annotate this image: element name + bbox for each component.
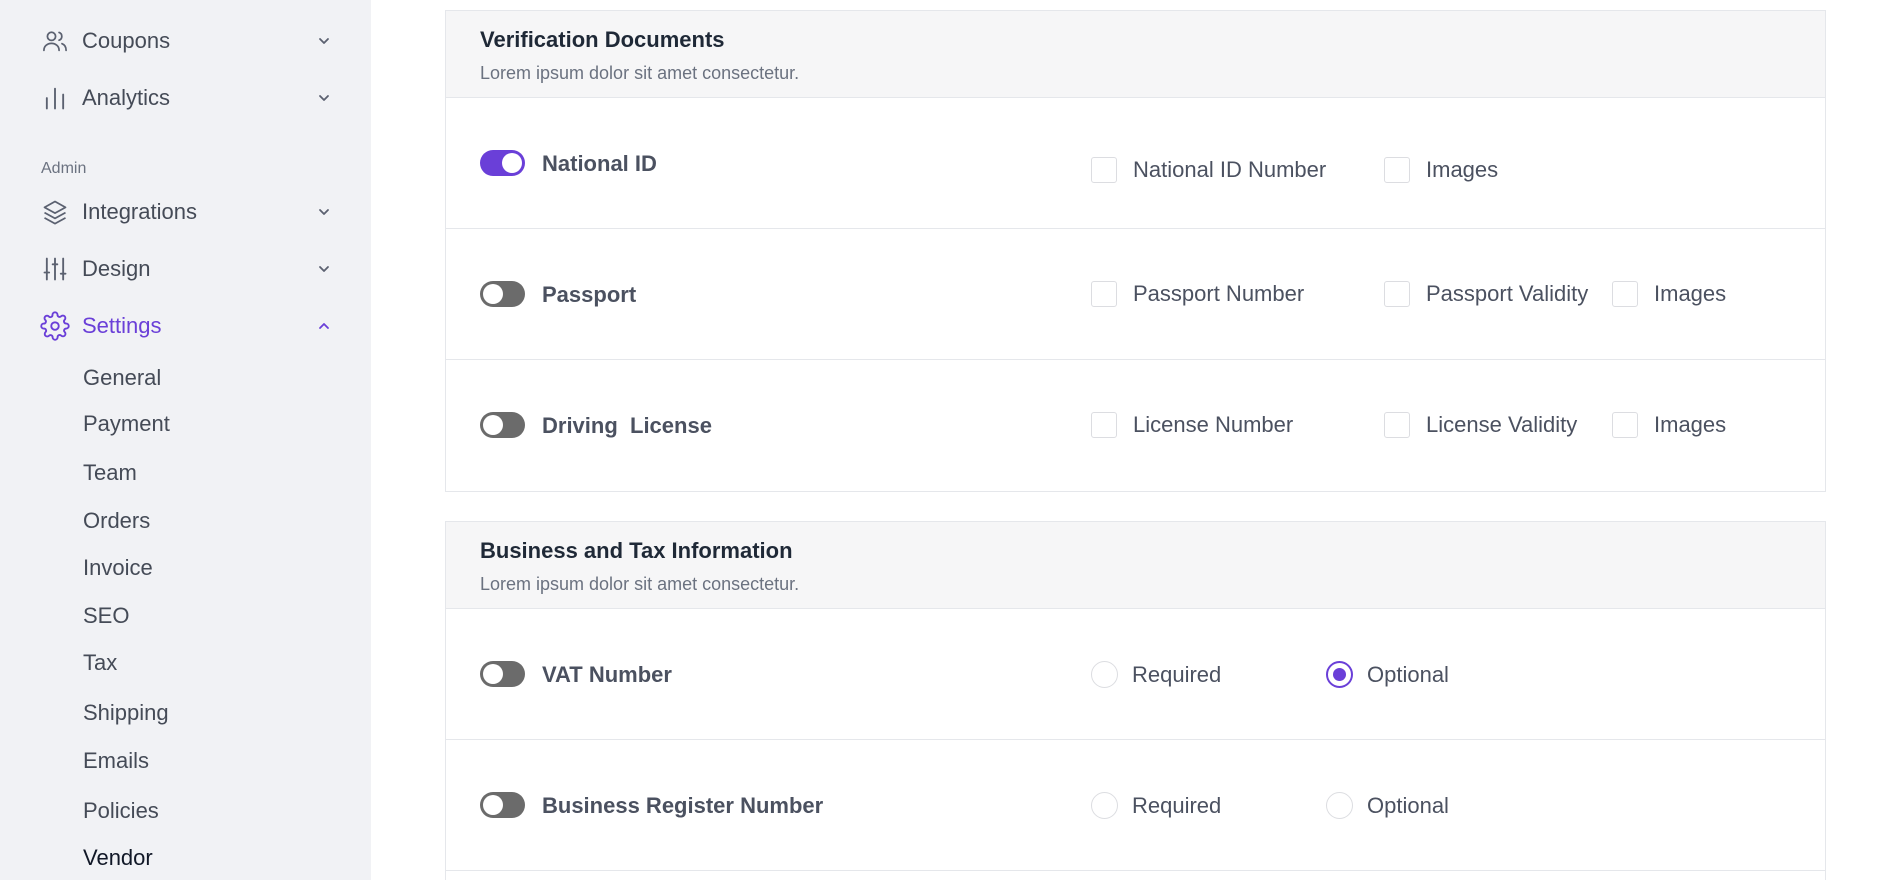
national-id-number-option[interactable]: National ID Number (1091, 157, 1326, 183)
option-label: Images (1654, 412, 1727, 437)
license-validity-option[interactable]: License Validity (1384, 412, 1577, 438)
business-tax-card: Business and Tax Information Lorem ipsum… (445, 521, 1826, 880)
chevron-down-icon (314, 259, 334, 279)
option-label: Passport Number (1133, 281, 1305, 306)
settings-sub-seo[interactable]: SEO (83, 603, 129, 629)
option-label: Passport Validity (1426, 281, 1589, 306)
national-id-images-option[interactable]: Images (1384, 157, 1498, 183)
sidebar-section-label: Admin (41, 160, 87, 177)
chevron-down-icon (314, 202, 334, 222)
sidebar-item-label: Analytics (82, 85, 171, 110)
option-label: Images (1426, 157, 1499, 182)
sidebar-item-label: Design (82, 256, 151, 281)
license-images-option[interactable]: Images (1612, 412, 1726, 438)
chevron-down-icon (314, 31, 334, 51)
verification-row-passport: Passport Passport Number Passport Validi… (446, 229, 1825, 360)
vat-required-radio[interactable] (1091, 661, 1118, 688)
driving-license-toggle[interactable] (480, 412, 525, 438)
verification-row-driving-license: Driving License License Number License V… (446, 360, 1825, 491)
settings-sub-emails[interactable]: Emails (83, 748, 149, 774)
sliders-icon (40, 254, 70, 284)
chevron-down-icon (314, 88, 334, 108)
card-header: Verification Documents Lorem ipsum dolor… (446, 11, 1825, 98)
license-images-checkbox[interactable] (1612, 412, 1638, 438)
sidebar-item-label: Coupons (82, 28, 171, 53)
national-id-number-checkbox[interactable] (1091, 157, 1117, 183)
option-label: Optional (1367, 792, 1449, 818)
license-number-option[interactable]: License Number (1091, 412, 1293, 438)
card-title: Business and Tax Information (480, 538, 793, 563)
national-id-toggle[interactable] (480, 150, 525, 176)
settings-sub-vendor[interactable]: Vendor (83, 845, 153, 871)
settings-sub-payment[interactable]: Payment (83, 411, 170, 437)
toggle-knob (502, 153, 522, 173)
row-label: Driving License (542, 413, 712, 438)
settings-sub-tax[interactable]: Tax (83, 650, 117, 676)
sidebar-item-coupons[interactable]: Coupons (40, 21, 334, 61)
passport-images-option[interactable]: Images (1612, 281, 1726, 307)
vat-optional-option[interactable]: Optional (1326, 661, 1449, 688)
sidebar-item-label: Integrations (82, 199, 197, 224)
option-label: Optional (1367, 661, 1449, 687)
register-required-option[interactable]: Required (1091, 792, 1221, 819)
sidebar-item-analytics[interactable]: Analytics (40, 78, 334, 118)
vat-required-option[interactable]: Required (1091, 661, 1221, 688)
option-label: Required (1132, 792, 1222, 818)
sidebar-item-label: Settings (82, 313, 162, 338)
option-label: National ID Number (1133, 157, 1327, 182)
option-label: Required (1132, 661, 1222, 687)
row-label: National ID (542, 151, 657, 176)
layers-icon (40, 197, 70, 227)
sidebar-item-design[interactable]: Design (40, 249, 334, 289)
passport-validity-checkbox[interactable] (1384, 281, 1410, 307)
toggle-knob (483, 664, 503, 684)
card-header: Business and Tax Information Lorem ipsum… (446, 522, 1825, 609)
settings-sub-policies[interactable]: Policies (83, 798, 159, 824)
settings-sub-shipping[interactable]: Shipping (83, 700, 169, 726)
verification-row-national-id: National ID National ID Number Images (446, 98, 1825, 229)
national-id-images-checkbox[interactable] (1384, 157, 1410, 183)
sidebar-item-integrations[interactable]: Integrations (40, 192, 334, 232)
license-number-checkbox[interactable] (1091, 412, 1117, 438)
passport-number-checkbox[interactable] (1091, 281, 1117, 307)
toggle-knob (483, 415, 503, 435)
option-label: Images (1654, 281, 1727, 306)
row-label: Passport (542, 282, 637, 307)
register-required-radio[interactable] (1091, 792, 1118, 819)
sidebar-item-settings[interactable]: Settings (40, 306, 334, 346)
card-subtitle: Lorem ipsum dolor sit amet consectetur. (480, 574, 800, 594)
license-validity-checkbox[interactable] (1384, 412, 1410, 438)
gear-icon (40, 311, 70, 341)
chevron-up-icon (314, 316, 334, 336)
passport-toggle[interactable] (480, 281, 525, 307)
register-optional-option[interactable]: Optional (1326, 792, 1449, 819)
bar-chart-icon (40, 83, 70, 113)
settings-sub-general[interactable]: General (83, 365, 161, 391)
settings-sub-team[interactable]: Team (83, 460, 137, 486)
vat-number-toggle[interactable] (480, 661, 525, 687)
card-title: Verification Documents (480, 27, 725, 52)
passport-validity-option[interactable]: Passport Validity (1384, 281, 1588, 307)
option-label: License Validity (1426, 412, 1578, 437)
verification-documents-card: Verification Documents Lorem ipsum dolor… (445, 10, 1826, 492)
passport-number-option[interactable]: Passport Number (1091, 281, 1304, 307)
users-icon (40, 26, 70, 56)
register-optional-radio[interactable] (1326, 792, 1353, 819)
settings-sub-orders[interactable]: Orders (83, 508, 150, 534)
toggle-knob (483, 795, 503, 815)
row-label: Business Register Number (542, 793, 824, 818)
business-row-register-number: Business Register Number Required Option… (446, 740, 1825, 871)
settings-sub-invoice[interactable]: Invoice (83, 555, 153, 581)
toggle-knob (483, 284, 503, 304)
option-label: License Number (1133, 412, 1294, 437)
business-row-vat-number: VAT Number Required Optional (446, 609, 1825, 740)
card-subtitle: Lorem ipsum dolor sit amet consectetur. (480, 63, 800, 83)
row-label: VAT Number (542, 662, 672, 687)
business-register-toggle[interactable] (480, 792, 525, 818)
sidebar: Coupons Analytics Admin Integrations Des… (0, 0, 371, 880)
vat-optional-radio[interactable] (1326, 661, 1353, 688)
passport-images-checkbox[interactable] (1612, 281, 1638, 307)
